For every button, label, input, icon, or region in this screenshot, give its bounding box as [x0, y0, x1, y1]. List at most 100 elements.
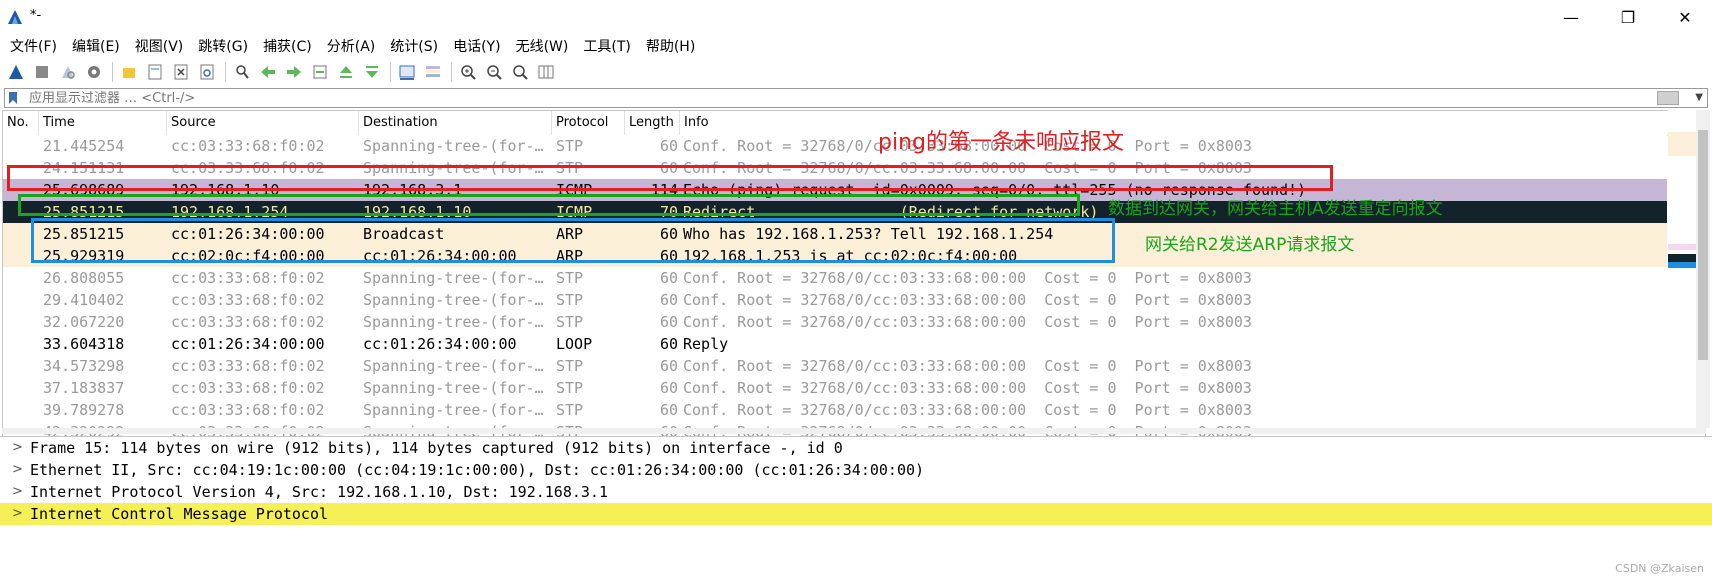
goto-packet-icon[interactable]	[310, 62, 330, 82]
back-arrow-icon[interactable]	[258, 62, 278, 82]
packet-info-cell: Conf. Root = 32768/0/cc:03:33:68:00:00 C…	[683, 269, 1252, 287]
column-header-info[interactable]: Info	[680, 111, 1705, 135]
filter-history-dropdown-icon[interactable]: ▼	[1695, 92, 1703, 103]
menu-item-4[interactable]: 捕获(C)	[257, 36, 318, 56]
close-button[interactable]: ✕	[1662, 4, 1708, 30]
wireshark-logo-icon	[8, 10, 22, 24]
menu-item-1[interactable]: 编辑(E)	[66, 36, 126, 56]
column-header-no[interactable]: No.	[3, 111, 39, 135]
packet-time-cell: 33.604318	[43, 335, 125, 353]
column-header-protocol[interactable]: Protocol	[552, 111, 625, 135]
display-filter-input[interactable]	[27, 89, 1651, 109]
packet-row[interactable]: 32.067220 cc:03:33:68:f0:02 Spanning-tree-…	[3, 311, 1667, 333]
toolbar-separator	[390, 62, 391, 82]
options-gear-icon[interactable]	[84, 62, 104, 82]
apply-filter-arrow-icon[interactable]	[1657, 91, 1679, 105]
chevron-right-icon[interactable]: >	[12, 503, 23, 525]
toolbar-separator	[112, 62, 113, 82]
packet-minimap[interactable]	[1668, 110, 1696, 428]
packet-proto-cell: STP	[556, 401, 584, 419]
menu-bar: 文件(F) 编辑(E) 视图(V) 跳转(G) 捕获(C) 分析(A) 统计(S) 电话(Y)…	[0, 34, 1712, 58]
reload-icon[interactable]	[197, 62, 217, 82]
packet-row[interactable]: 34.573298 cc:03:33:68:f0:02 Spanning-tree-…	[3, 355, 1667, 377]
packet-row[interactable]: 37.183837 cc:03:33:68:f0:02 Spanning-tree-…	[3, 377, 1667, 399]
menu-item-6[interactable]: 统计(S)	[384, 36, 444, 56]
chevron-right-icon[interactable]: >	[12, 481, 23, 503]
open-folder-icon[interactable]	[119, 62, 139, 82]
packet-src-cell: cc:03:33:68:f0:02	[171, 401, 325, 419]
zoom-reset-icon[interactable]	[510, 62, 530, 82]
packet-time-cell: 37.183837	[43, 379, 125, 397]
menu-item-3[interactable]: 跳转(G)	[192, 36, 254, 56]
menu-item-2[interactable]: 视图(V)	[129, 36, 190, 56]
packet-row[interactable]: 39.789278 cc:03:33:68:f0:02 Spanning-tree-…	[3, 399, 1667, 421]
toolbar-separator	[451, 62, 452, 82]
column-header-length[interactable]: Length	[625, 111, 680, 135]
packet-dst-cell: Spanning-tree-(for-…	[363, 357, 544, 375]
save-file-icon[interactable]	[145, 62, 165, 82]
colorize-icon[interactable]	[423, 62, 443, 82]
packet-proto-cell: STP	[556, 379, 584, 397]
packet-time-cell: 34.573298	[43, 357, 125, 375]
packet-src-cell: cc:03:33:68:f0:02	[171, 379, 325, 397]
find-icon[interactable]	[232, 62, 252, 82]
packet-row[interactable]: 33.604318 cc:01:26:34:00:00 cc:01:26:34:00…	[3, 333, 1667, 355]
packet-src-cell: cc:01:26:34:00:00	[171, 335, 325, 353]
chevron-right-icon[interactable]: >	[12, 459, 23, 481]
annotation-ping-label: ping的第一条未响应报文	[878, 130, 1124, 155]
menu-item-7[interactable]: 电话(Y)	[447, 36, 506, 56]
chevron-right-icon[interactable]: >	[12, 437, 23, 459]
annotation-blue-box	[31, 218, 1115, 263]
packet-info-cell: Conf. Root = 32768/0/cc:03:33:68:00:00 C…	[683, 313, 1252, 331]
packet-dst-cell: Spanning-tree-(for-…	[363, 313, 544, 331]
packet-row[interactable]: 21.445254 cc:03:33:68:f0:02 Spanning-tree-…	[3, 135, 1667, 157]
annotation-arp-label: 网关给R2发送ARP请求报文	[1145, 235, 1355, 255]
packet-time-cell: 21.445254	[43, 137, 125, 155]
packet-row[interactable]: 26.808055 cc:03:33:68:f0:02 Spanning-tree-…	[3, 267, 1667, 289]
autoscroll-icon[interactable]	[397, 62, 417, 82]
first-packet-icon[interactable]	[336, 62, 356, 82]
packet-dst-cell: Spanning-tree-(for-…	[363, 137, 544, 155]
packet-proto-cell: STP	[556, 291, 584, 309]
vertical-scrollbar-thumb[interactable]	[1698, 130, 1708, 360]
minimize-button[interactable]: —	[1548, 4, 1594, 30]
column-header-source[interactable]: Source	[167, 111, 359, 135]
stop-icon[interactable]	[32, 62, 52, 82]
menu-item-10[interactable]: 帮助(H)	[640, 36, 701, 56]
detail-tree-item[interactable]: > Internet Protocol Version 4, Src: 192.1…	[0, 481, 1712, 503]
bookmark-icon[interactable]	[8, 91, 18, 105]
packet-proto-cell: STP	[556, 357, 584, 375]
packet-dst-cell: Spanning-tree-(for-…	[363, 401, 544, 419]
detail-tree-label: Ethernet II, Src: cc:04:19:1c:00:00 (cc:…	[30, 461, 925, 479]
annotation-red-box	[7, 165, 1333, 191]
packet-len-cell: 60	[659, 313, 678, 331]
packet-info-cell: Conf. Root = 32768/0/cc:03:33:68:00:00 C…	[683, 291, 1252, 309]
menu-item-5[interactable]: 分析(A)	[321, 36, 382, 56]
zoom-in-icon[interactable]	[458, 62, 478, 82]
packet-time-cell: 26.808055	[43, 269, 125, 287]
packet-src-cell: cc:03:33:68:f0:02	[171, 357, 325, 375]
resize-columns-icon[interactable]	[536, 62, 556, 82]
column-header-destination[interactable]: Destination	[359, 111, 552, 135]
packet-src-cell: cc:03:33:68:f0:02	[171, 291, 325, 309]
close-file-icon[interactable]	[171, 62, 191, 82]
detail-tree-item[interactable]: > Internet Control Message Protocol	[0, 503, 1712, 525]
restore-button[interactable]: ❐	[1605, 4, 1651, 30]
menu-item-9[interactable]: 工具(T)	[577, 36, 636, 56]
detail-tree-item[interactable]: > Ethernet II, Src: cc:04:19:1c:00:00 (cc…	[0, 459, 1712, 481]
restart-icon[interactable]	[58, 62, 78, 82]
detail-tree-item[interactable]: > Frame 15: 114 bytes on wire (912 bits),…	[0, 437, 1712, 459]
column-header-time[interactable]: Time	[39, 111, 167, 135]
last-packet-icon[interactable]	[362, 62, 382, 82]
horizontal-scrollbar[interactable]	[2, 428, 1706, 434]
display-filter-bar: ▼	[4, 88, 1708, 109]
packet-proto-cell: STP	[556, 313, 584, 331]
menu-item-8[interactable]: 无线(W)	[510, 36, 575, 56]
packet-src-cell: cc:03:33:68:f0:02	[171, 313, 325, 331]
menu-item-0[interactable]: 文件(F)	[4, 36, 63, 56]
forward-arrow-icon[interactable]	[284, 62, 304, 82]
zoom-out-icon[interactable]	[484, 62, 504, 82]
packet-row[interactable]: 29.410402 cc:03:33:68:f0:02 Spanning-tree-…	[3, 289, 1667, 311]
vertical-scrollbar[interactable]	[1696, 110, 1710, 428]
shark-fin-start-icon[interactable]	[6, 62, 26, 82]
